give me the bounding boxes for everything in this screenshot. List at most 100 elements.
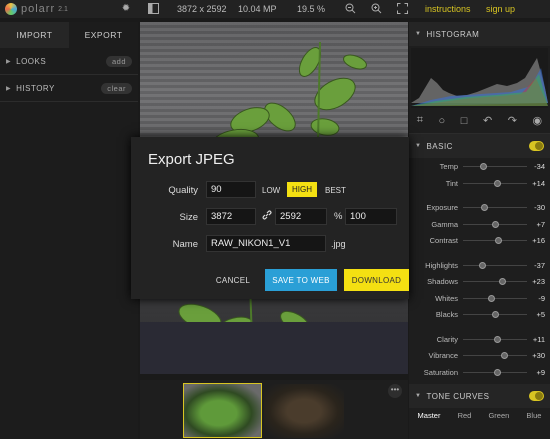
slider-label: Temp [439,162,458,171]
percent-sign: % [334,211,343,222]
tab-import[interactable]: IMPORT [0,22,69,48]
slider-value: +11 [532,334,545,344]
histogram-header[interactable]: ▼ HISTOGRAM [409,22,550,46]
slider-value: +23 [532,277,545,286]
slider-label: Shadows [427,277,458,286]
slider-track[interactable] [463,207,527,208]
slider-label: Tint [445,178,458,188]
slider-temp: Temp -34 [409,158,550,175]
tone-curves-toggle[interactable] [529,391,544,401]
top-bar: polarr 2.1 ✹ 3872 x 2592 10.04 MP 19.5 %… [0,0,550,18]
slider-handle[interactable] [488,294,496,302]
quality-low-option[interactable]: LOW [262,186,280,195]
quality-input[interactable] [206,181,256,198]
filename-input[interactable] [206,235,326,252]
name-label: Name [172,239,198,250]
dialog-title: Export JPEG [148,151,235,168]
slider-handle[interactable] [480,163,488,170]
slider-saturation: Saturation +9 [409,364,550,381]
zoom-in-icon[interactable] [370,3,382,15]
basic-label: BASIC [426,141,453,151]
instructions-link[interactable]: instructions [425,4,471,14]
thumbnail[interactable] [264,384,344,438]
download-button[interactable]: DOWNLOAD [344,269,409,291]
size-label: Size [179,212,198,223]
slider-handle[interactable] [492,311,500,318]
looks-section[interactable]: ▶ LOOKS add [0,48,138,75]
looks-label: LOOKS [16,56,47,66]
history-section[interactable]: ▶ HISTORY clear [0,75,138,102]
width-input[interactable] [206,208,256,225]
basic-toggle[interactable] [529,141,544,151]
collapse-arrow-icon: ▼ [415,31,422,37]
slider-track[interactable] [463,355,527,356]
zoom-out-icon[interactable] [344,3,356,15]
history-clear-button[interactable]: clear [101,82,132,94]
more-options-icon[interactable]: ••• [388,384,402,398]
preview-eye-icon[interactable]: ◉ [533,114,543,127]
slider-value: +5 [536,310,545,319]
slider-blacks: Blacks +5 [409,306,550,323]
undo-icon[interactable]: ↶ [483,114,492,127]
histogram-label: HISTOGRAM [426,29,480,39]
slider-label: Vibrance [428,351,458,360]
thumbnail-selected[interactable] [183,383,262,438]
slider-vibrance: Vibrance +30 [409,347,550,364]
slider-gamma: Gamma +7 [409,216,550,233]
slider-label: Blacks [435,310,458,319]
slider-value: +14 [532,178,545,188]
slider-handle[interactable] [493,368,501,376]
tab-export[interactable]: EXPORT [69,22,138,48]
tab-red[interactable]: Red [458,411,472,420]
slider-label: Whites [435,293,458,303]
image-megapixels: 10.04 MP [238,4,277,14]
link-dimensions-icon[interactable] [262,210,272,222]
import-export-tabs: IMPORT EXPORT [0,22,138,48]
slider-whites: Whites -9 [409,290,550,307]
collapse-arrow-icon: ▼ [415,393,422,399]
tab-blue[interactable]: Blue [526,411,541,420]
tab-green[interactable]: Green [488,411,509,420]
tab-master[interactable]: Master [418,411,441,420]
slider-label: Highlights [425,260,458,270]
scale-percent-input[interactable] [345,208,397,225]
slider-value: +30 [532,351,545,360]
slider-handle[interactable] [500,352,508,359]
quality-high-option[interactable]: HIGH [287,182,317,197]
slider-track[interactable] [463,281,527,282]
cancel-button[interactable]: CANCEL [209,269,257,291]
signup-link[interactable]: sign up [486,4,515,14]
slider-handle[interactable] [498,278,506,285]
slider-track[interactable] [463,264,527,266]
quality-best-option[interactable]: BEST [325,186,346,195]
looks-add-button[interactable]: add [105,55,132,67]
slider-clarity: Clarity +11 [409,331,550,348]
panel-toggle-icon[interactable] [147,3,159,15]
redo-icon[interactable]: ↷ [508,114,517,127]
slider-value: -30 [534,203,545,212]
height-input[interactable] [275,208,327,225]
basic-header[interactable]: ▼ BASIC [409,134,550,158]
fullscreen-icon[interactable] [396,3,408,15]
save-to-web-button[interactable]: SAVE TO WEB [265,269,337,291]
slider-value: +9 [536,367,545,377]
zoom-level: 19.5 % [297,4,326,14]
basic-sliders: Temp -34 Tint +14 Exposure -30 Gamma +7 Contrast… [409,158,550,380]
slider-track[interactable] [463,166,527,167]
histogram-graph [411,48,548,108]
square-mask-icon[interactable]: □ [461,115,468,127]
tone-curves-header[interactable]: ▼ TONE CURVES [409,384,550,408]
slider-handle[interactable] [494,237,502,244]
app-version: 2.1 [58,5,68,13]
settings-gear-icon[interactable]: ✹ [120,3,132,15]
expand-arrow-icon: ▶ [6,85,12,92]
crop-icon[interactable]: ⌗ [417,114,423,127]
slider-handle[interactable] [494,179,502,187]
image-resolution: 3872 x 2592 [177,4,227,14]
slider-exposure: Exposure -30 [409,199,550,216]
slider-handle[interactable] [494,335,502,343]
circle-mask-icon[interactable]: ○ [439,115,446,127]
slider-handle[interactable] [478,261,486,269]
slider-handle[interactable] [481,204,489,211]
slider-handle[interactable] [492,220,500,228]
